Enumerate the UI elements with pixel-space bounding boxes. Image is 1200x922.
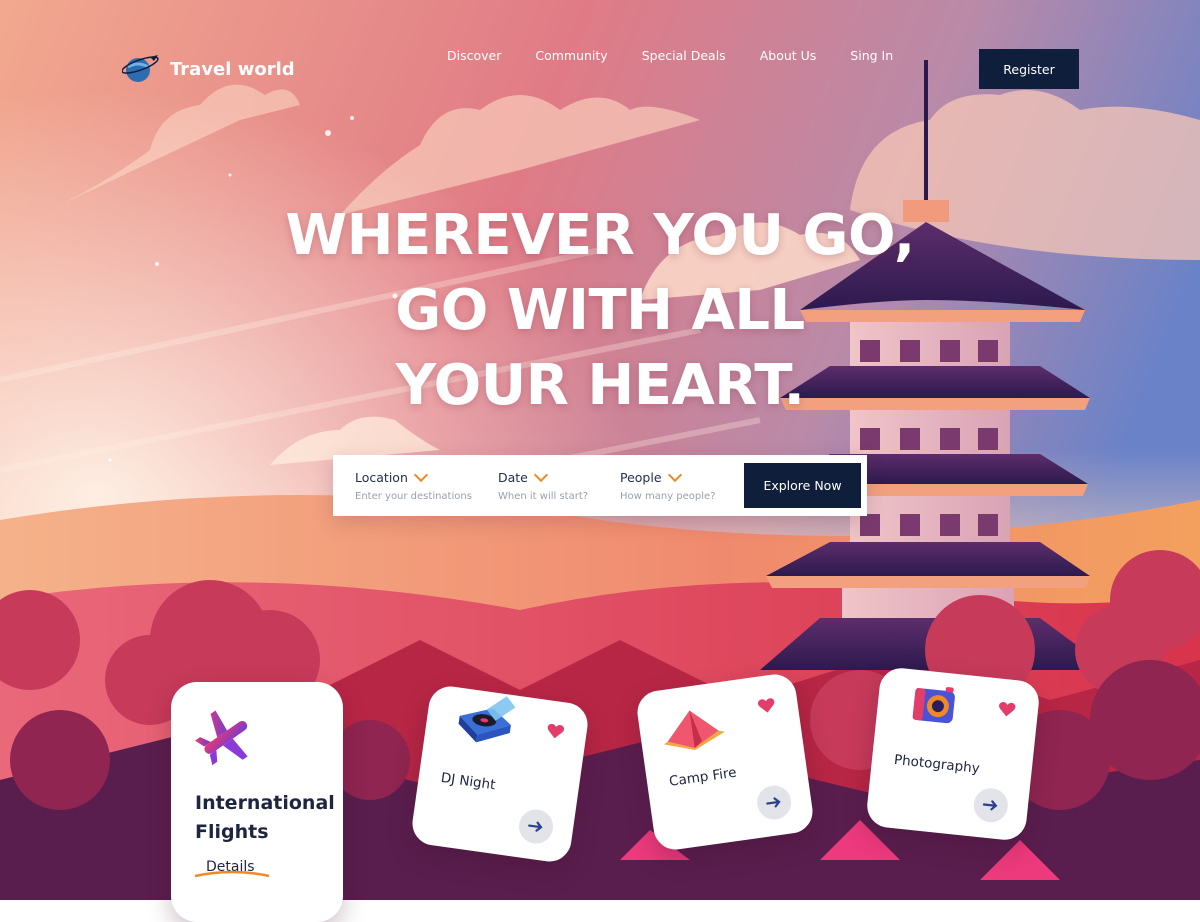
arrow-right-button[interactable] — [754, 783, 794, 822]
card-label: Photography — [893, 751, 981, 777]
nav-sign-in[interactable]: Sing In — [850, 48, 893, 63]
brand-name: Travel world — [170, 58, 295, 80]
nav-special-deals[interactable]: Special Deals — [642, 48, 726, 63]
nav-discover[interactable]: Discover — [447, 48, 501, 63]
activity-card-dj-night[interactable]: DJ Night — [409, 683, 591, 865]
heart-icon[interactable] — [997, 700, 1017, 718]
card-title: International Flights — [195, 789, 335, 847]
heart-icon[interactable] — [757, 696, 777, 714]
explore-now-button[interactable]: Explore Now — [744, 463, 861, 508]
brand-logo[interactable]: Travel world — [122, 53, 295, 85]
heart-icon[interactable] — [545, 722, 565, 740]
date-label: Date — [498, 470, 528, 485]
arrow-right-icon — [766, 797, 781, 808]
arrow-right-icon — [982, 800, 998, 811]
location-placeholder: Enter your destinations — [355, 491, 472, 502]
activity-card-camp-fire[interactable]: Camp Fire — [634, 671, 816, 853]
chevron-down-icon — [413, 467, 428, 483]
date-field[interactable]: Date When it will start? — [498, 467, 589, 502]
turntable-icon — [458, 696, 516, 743]
people-field[interactable]: People How many people? — [620, 467, 716, 502]
people-placeholder: How many people? — [620, 491, 716, 502]
card-label: DJ Night — [439, 769, 497, 794]
date-placeholder: When it will start? — [498, 491, 589, 502]
search-bar: Location Enter your destinations Date Wh… — [333, 455, 867, 516]
card-title-line-2: Flights — [195, 821, 269, 843]
chevron-down-icon — [533, 467, 548, 483]
card-label: Camp Fire — [668, 764, 738, 790]
arrow-right-button[interactable] — [972, 786, 1010, 824]
hero-headline: WHEREVER YOU GO, GO WITH ALL YOUR HEART. — [200, 198, 1000, 423]
international-flights-card[interactable]: International Flights Details — [171, 682, 343, 922]
tent-icon — [663, 710, 725, 751]
arrow-right-icon — [528, 821, 543, 832]
camera-icon — [912, 687, 955, 724]
nav-about-us[interactable]: About Us — [760, 48, 817, 63]
activity-card-photography[interactable]: Photography — [865, 666, 1041, 842]
arrow-right-button[interactable] — [516, 807, 556, 846]
location-field[interactable]: Location Enter your destinations — [355, 467, 472, 502]
card-title-line-1: International — [195, 792, 335, 814]
chevron-down-icon — [667, 467, 682, 483]
nav-community[interactable]: Community — [535, 48, 607, 63]
headline-line-1: WHEREVER YOU GO, — [285, 203, 915, 268]
headline-line-3: YOUR HEART. — [395, 353, 805, 418]
register-button[interactable]: Register — [979, 49, 1079, 89]
globe-plane-icon — [122, 55, 159, 82]
airplane-icon — [195, 710, 248, 766]
main-nav: Discover Community Special Deals About U… — [430, 48, 910, 63]
headline-line-2: GO WITH ALL — [395, 278, 805, 343]
details-underline — [194, 870, 270, 878]
location-label: Location — [355, 470, 408, 485]
people-label: People — [620, 470, 662, 485]
